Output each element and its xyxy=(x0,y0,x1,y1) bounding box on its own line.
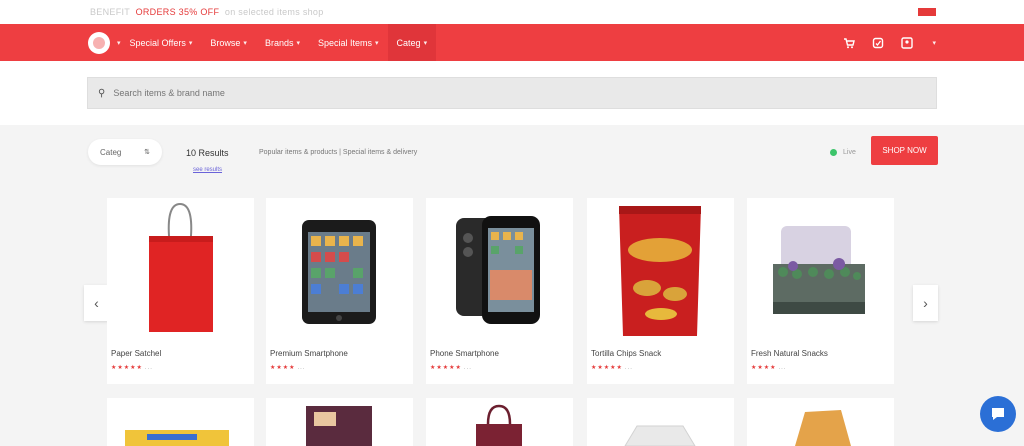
search-icon[interactable]: ⚲ xyxy=(98,88,105,99)
results-link[interactable]: see results xyxy=(193,167,222,173)
product-card[interactable]: Paper Satchel ★★★★★... xyxy=(107,198,254,384)
nav-item-special-offers[interactable]: Special Offers ▾ xyxy=(121,24,202,61)
status-label: Live xyxy=(843,149,856,156)
product-image xyxy=(795,410,851,446)
chevron-left-icon: ‹ xyxy=(94,295,99,311)
chevron-down-icon: ▾ xyxy=(188,39,193,47)
main-nav: ▾ Special Offers ▾ Browse ▾ Brands ▾ Spe… xyxy=(0,24,1024,61)
product-card[interactable] xyxy=(107,398,254,446)
rating-stars: ★★★★★... xyxy=(591,364,633,371)
nav-item-label: Special Items xyxy=(317,37,373,48)
chat-button[interactable] xyxy=(980,396,1016,432)
search-bar[interactable]: ⚲ xyxy=(87,77,937,109)
nav-item-label: Browse xyxy=(210,37,241,48)
category-filter[interactable]: Categ ⇅ xyxy=(88,139,162,165)
rating-stars-value: ★★★★ xyxy=(270,365,296,371)
nav-item-browse[interactable]: Browse ▾ xyxy=(201,24,256,61)
product-image xyxy=(302,220,376,324)
nav-item-label: Categ xyxy=(396,37,421,48)
results-count: 10 Results xyxy=(186,148,229,158)
nav-item-categ[interactable]: Categ ▾ xyxy=(387,24,437,61)
product-card[interactable] xyxy=(587,398,734,446)
product-name[interactable]: Tortilla Chips Snack xyxy=(591,349,661,358)
product-image xyxy=(149,202,213,332)
rating-more: ... xyxy=(463,365,472,371)
nav-item-special-items[interactable]: Special Items ▾ xyxy=(309,24,388,61)
rating-stars-value: ★★★★★ xyxy=(111,365,143,371)
product-image xyxy=(619,206,701,336)
nav-item-label: Special Offers xyxy=(129,37,186,48)
rating-stars: ★★★★... xyxy=(270,364,306,371)
results-description: Popular items & products | Special items… xyxy=(259,149,418,156)
nav-item-brands[interactable]: Brands ▾ xyxy=(256,24,309,61)
promo-highlight[interactable]: ORDERS 35% OFF xyxy=(136,7,220,17)
chevron-down-icon: ▾ xyxy=(296,39,300,47)
search-section: ⚲ xyxy=(0,61,1024,125)
chevron-down-icon: ▾ xyxy=(243,39,247,47)
promo-left: BENEFIT xyxy=(90,7,130,17)
product-carousel: ‹ Paper Satchel ★★★★★... Premium Smartph… xyxy=(0,198,1024,398)
rating-stars: ★★★★★... xyxy=(430,364,472,371)
promo-rest: on selected items shop xyxy=(224,7,324,17)
search-input[interactable] xyxy=(113,88,714,98)
sort-icon: ⇅ xyxy=(144,149,150,156)
rating-stars-value: ★★★★★ xyxy=(591,365,623,371)
product-name[interactable]: Phone Smartphone xyxy=(430,349,499,358)
status-indicator: Live xyxy=(830,149,856,156)
chevron-down-icon: ▾ xyxy=(375,39,379,47)
status-dot-icon xyxy=(830,149,837,156)
rating-more: ... xyxy=(624,365,633,371)
product-card[interactable] xyxy=(426,398,573,446)
product-image xyxy=(476,404,522,446)
rating-stars-value: ★★★★★ xyxy=(430,365,462,371)
chevron-down-icon[interactable]: ▾ xyxy=(932,39,936,47)
chevron-down-icon[interactable]: ▾ xyxy=(117,39,121,47)
chat-icon xyxy=(992,408,1004,420)
product-card[interactable]: Fresh Natural Snacks ★★★★... xyxy=(747,198,894,384)
product-name[interactable]: Premium Smartphone xyxy=(270,349,348,358)
rating-more: ... xyxy=(144,365,153,371)
product-card[interactable] xyxy=(747,398,894,446)
product-name[interactable]: Fresh Natural Snacks xyxy=(751,349,828,358)
product-card[interactable]: Tortilla Chips Snack ★★★★★... xyxy=(587,198,734,384)
product-image xyxy=(125,430,229,446)
promo-text: BENEFIT ORDERS 35% OFF on selected items… xyxy=(90,7,324,17)
product-card[interactable] xyxy=(266,398,413,446)
rating-more: ... xyxy=(778,365,787,371)
product-name[interactable]: Paper Satchel xyxy=(111,349,161,358)
top-promo-bar: BENEFIT ORDERS 35% OFF on selected items… xyxy=(0,0,1024,24)
product-image xyxy=(773,226,865,314)
product-image xyxy=(306,406,372,446)
product-image xyxy=(456,216,540,324)
category-filter-label: Categ xyxy=(100,147,122,157)
carousel-prev-button[interactable]: ‹ xyxy=(84,285,109,321)
rating-stars: ★★★★... xyxy=(751,364,787,371)
store-logo[interactable] xyxy=(88,31,110,54)
product-image xyxy=(624,425,696,446)
account-icon[interactable] xyxy=(900,36,913,49)
shop-now-button[interactable]: SHOP NOW xyxy=(871,136,938,165)
chevron-down-icon: ▾ xyxy=(423,39,428,47)
product-card[interactable]: Premium Smartphone ★★★★... xyxy=(266,198,413,384)
nav-actions: ▾ xyxy=(842,36,936,49)
cart-icon[interactable] xyxy=(842,36,855,49)
rating-more: ... xyxy=(297,365,306,371)
nav-item-label: Brands xyxy=(264,37,294,48)
region-flag-icon[interactable] xyxy=(918,8,936,16)
product-card[interactable]: Phone Smartphone ★★★★★... xyxy=(426,198,573,384)
filters-row: Categ ⇅ 10 Results see results Popular i… xyxy=(0,125,1024,197)
rating-stars-value: ★★★★ xyxy=(751,365,777,371)
favorite-icon[interactable] xyxy=(871,36,884,49)
chevron-right-icon: › xyxy=(923,295,928,311)
rating-stars: ★★★★★... xyxy=(111,364,153,371)
carousel-next-button[interactable]: › xyxy=(913,285,938,321)
